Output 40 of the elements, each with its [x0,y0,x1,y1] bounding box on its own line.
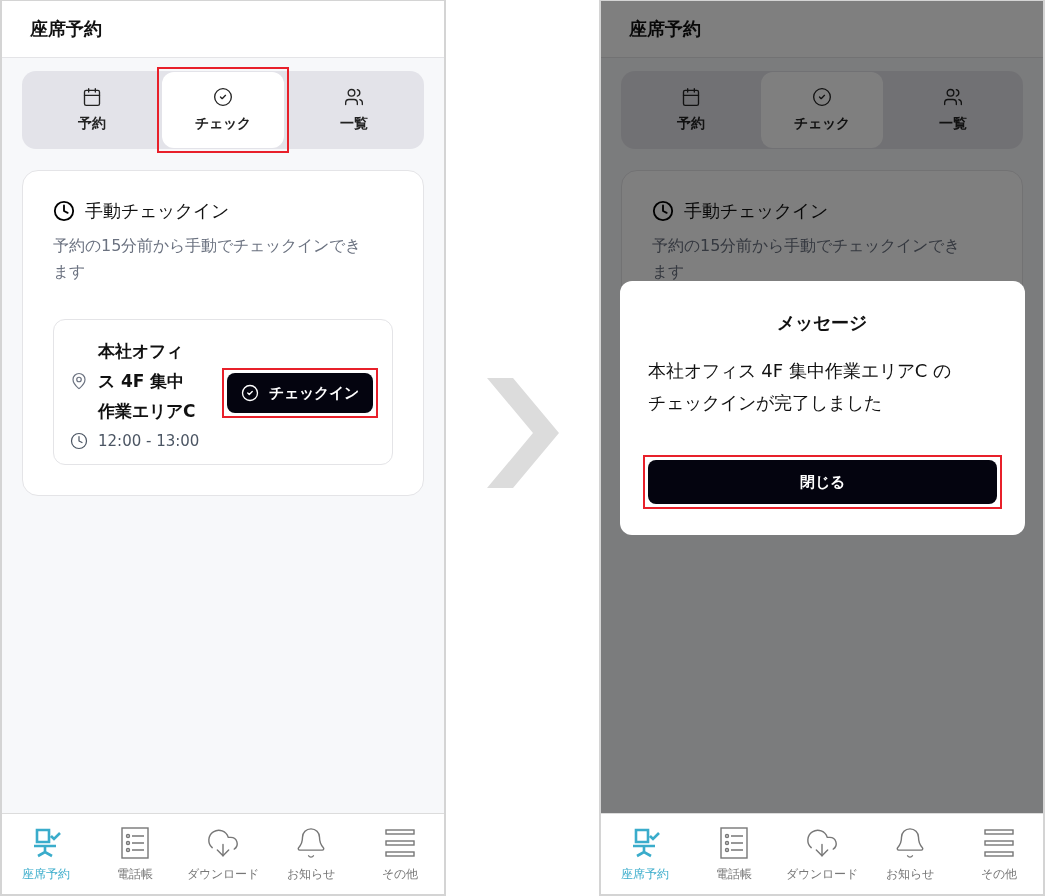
nav-item[interactable]: 電話帳 [689,825,778,883]
tab[interactable]: チェック [761,72,883,148]
nav-item[interactable]: その他 [954,825,1043,883]
screen-title: 座席予約 [30,17,102,41]
dialog-title: メッセージ [776,311,868,335]
tab[interactable]: チェック [162,72,284,148]
screen-title: 座席予約 [629,17,701,41]
users-icon [344,87,365,107]
tab[interactable]: 一覧 [892,72,1014,148]
users-icon [943,87,964,107]
clock-icon [53,200,75,222]
calendar-icon [680,87,701,107]
check-circle-icon [241,384,259,402]
tab[interactable]: 予約 [630,72,752,148]
check-circle-icon [812,87,832,107]
card-heading: 手動チェックイン [85,199,229,223]
nav-item[interactable]: ダウンロード [777,825,867,883]
nav-item[interactable]: 座席予約 [2,825,91,883]
nav-item[interactable]: お知らせ [267,825,356,883]
check-circle-icon [213,87,233,107]
nav-item[interactable]: 座席予約 [601,825,690,883]
time-range: 12:00 - 13:00 [98,432,200,450]
dialog-message: 本社オフィス 4F 集中作業エリアC のチェックインが完了しました [647,359,953,415]
location-name: 本社オフィス 4F 集中作業エリアC [98,340,197,423]
tab[interactable]: 一覧 [293,72,415,148]
nav-item[interactable]: ダウンロード [178,825,268,883]
nav-item[interactable]: お知らせ [866,825,955,883]
checkin-button[interactable]: チェックイン [227,373,373,413]
tab[interactable]: 予約 [31,72,153,148]
location-pin-icon [70,372,88,390]
card-heading: 手動チェックイン [684,199,828,223]
nav-item[interactable]: 電話帳 [90,825,179,883]
close-button[interactable]: 閉じる [647,460,997,504]
card-description: 予約の15分前から手動でチェックインできます [53,235,363,283]
clock-icon [70,432,88,450]
card-description: 予約の15分前から手動でチェックインできます [652,235,962,283]
chevron-icon [486,378,559,488]
nav-item[interactable]: その他 [355,825,444,883]
clock-icon [652,200,674,222]
calendar-icon [81,87,102,107]
